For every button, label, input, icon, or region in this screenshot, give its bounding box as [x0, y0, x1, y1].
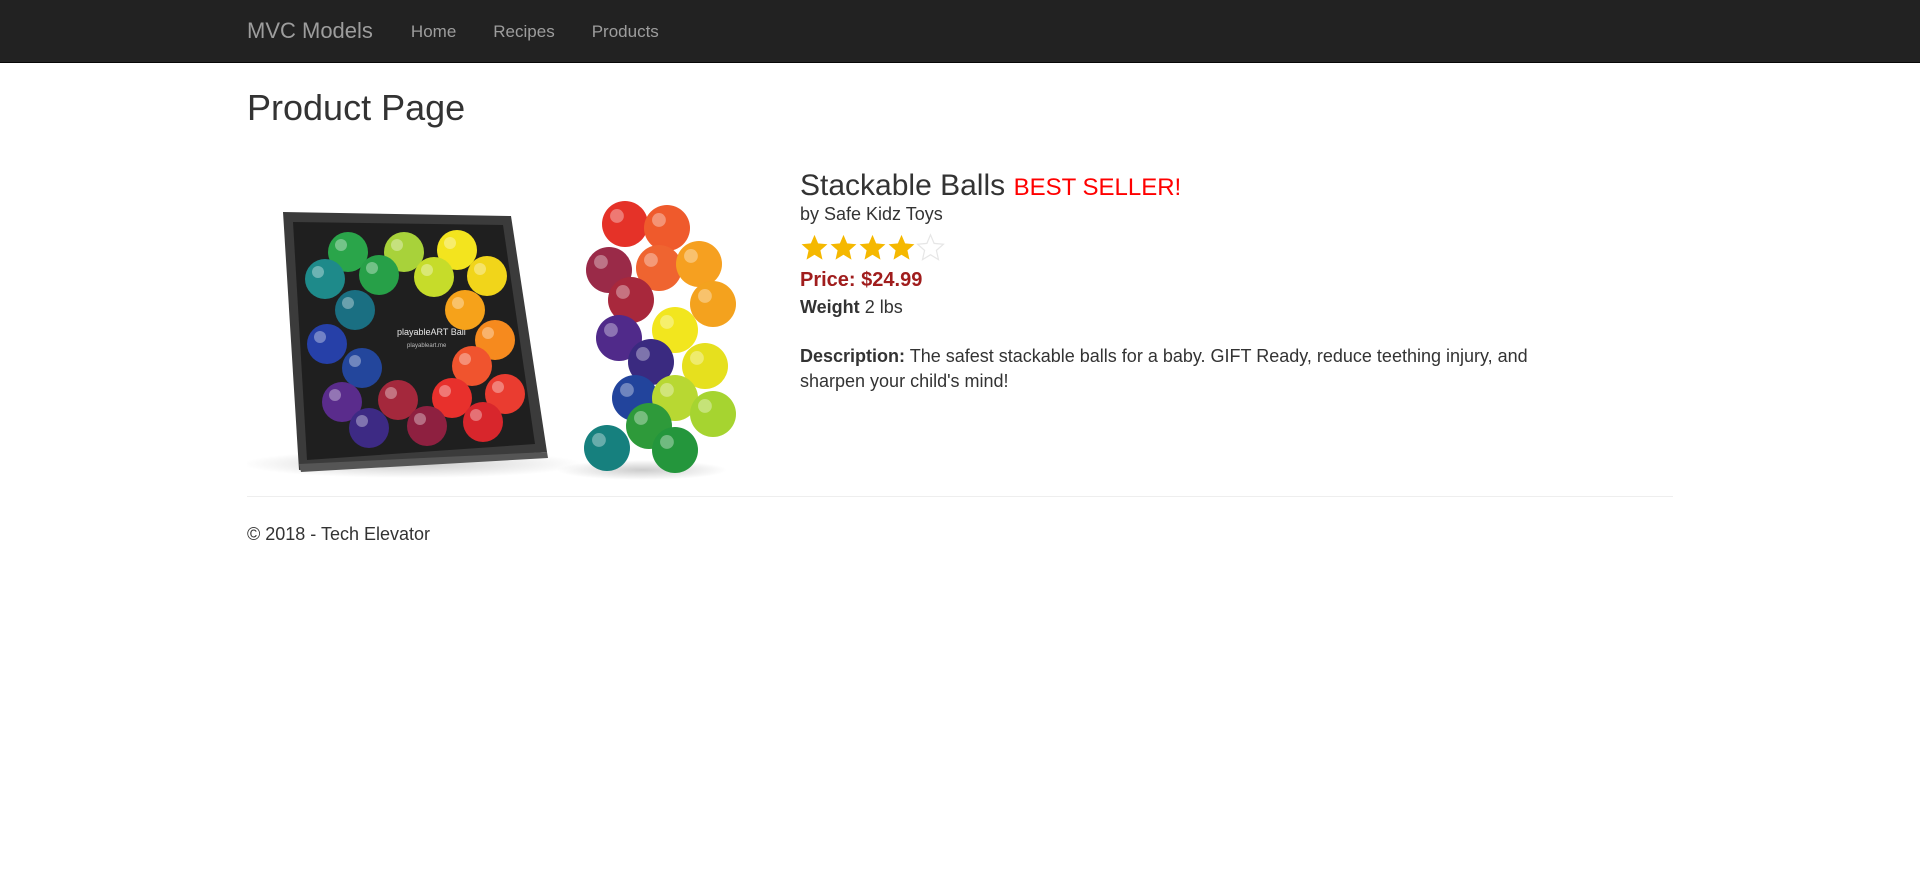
- ball-highlight: [329, 388, 341, 401]
- ball-shape: [359, 254, 399, 295]
- description-label: Description:: [800, 345, 906, 366]
- ball-highlight: [652, 212, 666, 227]
- ball-shape: [652, 426, 698, 473]
- star-empty-icon: [916, 233, 945, 261]
- ball-highlight: [660, 382, 674, 397]
- ball-highlight: [620, 382, 634, 397]
- ball-shape: [407, 405, 447, 446]
- ball-highlight: [592, 432, 606, 447]
- ball-shape: [690, 280, 736, 327]
- ball-highlight: [690, 350, 704, 365]
- ball-shape: [676, 240, 722, 287]
- ball-highlight: [594, 254, 608, 269]
- weight-value: 2 lbs: [864, 296, 903, 317]
- product-image: playableART Ball playableart.me: [247, 152, 747, 487]
- ball-highlight: [421, 263, 433, 276]
- ball-highlight: [698, 288, 712, 303]
- product-description: Description: The safest stackable balls …: [800, 344, 1540, 394]
- ball-highlight: [414, 412, 426, 425]
- product-name: Stackable Balls: [800, 168, 1006, 202]
- navbar: MVC Models Home Recipes Products: [0, 0, 1920, 63]
- ball-highlight: [444, 236, 456, 249]
- ball-shape: [445, 289, 485, 330]
- product-price: Price: $24.99: [800, 268, 923, 291]
- star-filled-icon: [801, 234, 828, 260]
- product-image-svg: playableART Ball playableart.me: [247, 200, 736, 480]
- footer-divider: [247, 495, 1673, 497]
- page-title: Product Page: [247, 87, 466, 128]
- product-brand: by Safe Kidz Toys: [800, 203, 943, 224]
- ball-highlight: [684, 248, 698, 263]
- weight-label: Weight: [800, 296, 860, 317]
- ball-highlight: [356, 414, 368, 427]
- ball-highlight: [439, 384, 451, 397]
- ball-highlight: [492, 380, 504, 393]
- brand-link[interactable]: MVC Models: [247, 20, 373, 42]
- ball-highlight: [391, 238, 403, 251]
- ball-shape: [602, 200, 648, 247]
- nav-links: Home Recipes Products: [411, 23, 696, 40]
- ball-highlight: [604, 322, 618, 337]
- ball-highlight: [634, 410, 648, 425]
- ball-shape: [305, 258, 345, 299]
- ball-highlight: [366, 261, 378, 274]
- ball-shape: [307, 323, 347, 364]
- ball-highlight: [636, 346, 650, 361]
- star-filled-icon: [888, 234, 915, 260]
- footer: © 2018 - Tech Elevator: [247, 524, 1673, 545]
- ball-shape: [342, 347, 382, 388]
- ball-highlight: [660, 314, 674, 329]
- ball-highlight: [470, 408, 482, 421]
- ball-shape: [335, 289, 375, 330]
- navbar-inner: MVC Models Home Recipes Products: [247, 0, 1673, 62]
- product-section: playableART Ball playableart.me Stackabl…: [247, 152, 1673, 487]
- star-filled-icon: [859, 234, 886, 260]
- footer-copyright: © 2018 - Tech Elevator: [247, 523, 431, 544]
- ball-highlight: [385, 386, 397, 399]
- ball-highlight: [349, 354, 361, 367]
- stack-balls: [584, 200, 736, 473]
- ball-shape: [467, 255, 507, 296]
- ball-highlight: [644, 252, 658, 267]
- ball-highlight: [459, 352, 471, 365]
- description-text: The safest stackable balls for a baby. G…: [800, 345, 1528, 391]
- ball-shape: [690, 390, 736, 437]
- star-filled-icon: [830, 234, 857, 260]
- star-rating: [800, 233, 1560, 263]
- ball-highlight: [452, 296, 464, 309]
- ball-highlight: [312, 265, 324, 278]
- ball-highlight: [342, 296, 354, 309]
- ball-highlight: [314, 330, 326, 343]
- ball-highlight: [482, 326, 494, 339]
- best-seller-badge: BEST SELLER!: [1013, 173, 1182, 201]
- ball-highlight: [474, 262, 486, 275]
- box-sublabel: playableart.me: [407, 343, 447, 349]
- ball-shape: [584, 424, 630, 471]
- product-info: Stackable Balls BEST SELLER! by Safe Kid…: [800, 152, 1560, 487]
- box-label: playableART Ball: [397, 327, 466, 337]
- nav-link-products[interactable]: Products: [592, 23, 659, 40]
- ball-shape: [644, 204, 690, 251]
- product-weight: Weight 2 lbs: [800, 297, 1560, 318]
- nav-link-recipes[interactable]: Recipes: [493, 23, 554, 40]
- nav-link-home[interactable]: Home: [411, 23, 456, 40]
- ball-shape: [414, 256, 454, 297]
- product-title-line: Stackable Balls BEST SELLER!: [800, 169, 1560, 202]
- ball-highlight: [660, 434, 674, 449]
- ball-highlight: [335, 238, 347, 251]
- main-content: Product Page playableART Ball playablear…: [247, 88, 1673, 545]
- ball-highlight: [616, 284, 630, 299]
- ball-highlight: [610, 208, 624, 223]
- ball-shape: [463, 401, 503, 442]
- ball-shape: [349, 407, 389, 448]
- ball-highlight: [698, 398, 712, 413]
